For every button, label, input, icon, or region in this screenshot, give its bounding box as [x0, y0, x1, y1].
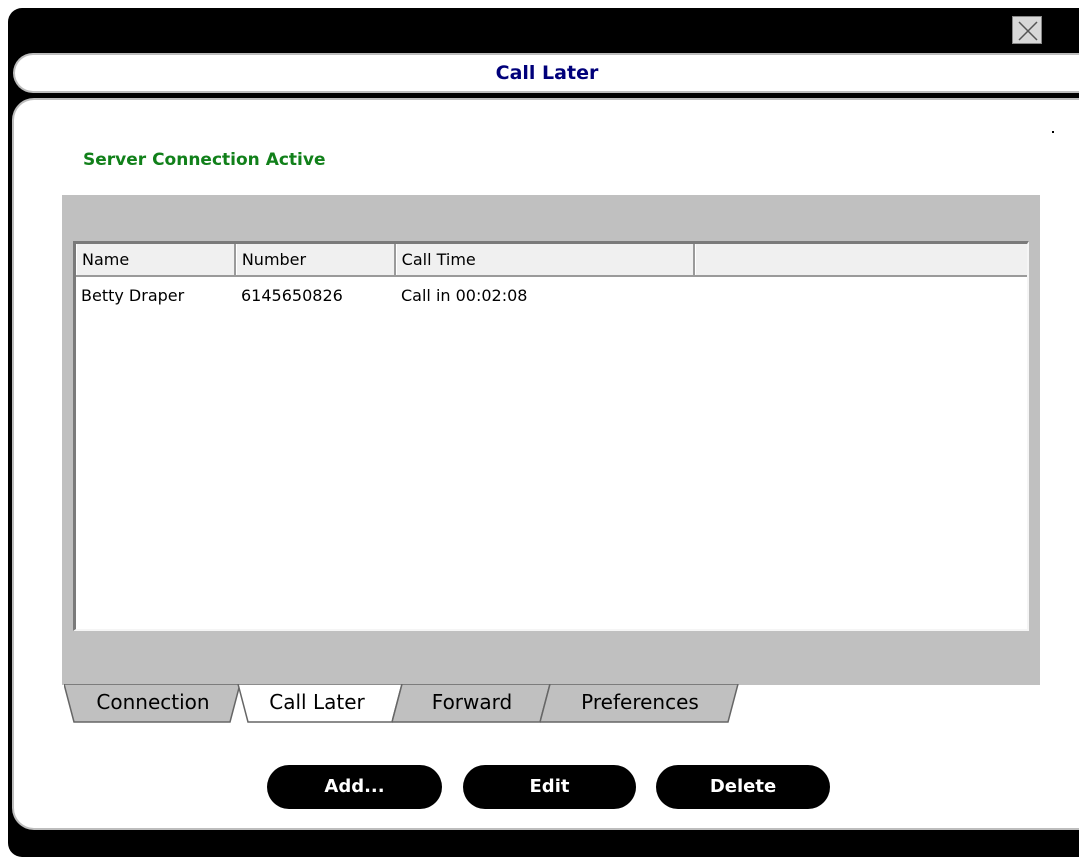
title-bar: Call Later [13, 53, 1079, 93]
cell-call-time: Call in 00:02:08 [401, 286, 528, 305]
tab-preferences[interactable]: Preferences [540, 684, 740, 723]
close-icon [1018, 21, 1038, 41]
server-status-label: Server Connection Active [83, 150, 326, 170]
close-button[interactable] [1012, 16, 1042, 44]
cell-name: Betty Draper [81, 286, 185, 305]
column-header-call-time[interactable]: Call Time [395, 244, 696, 275]
tab-call-later[interactable]: Call Later [232, 684, 403, 723]
tab-forward-label: Forward [431, 690, 513, 714]
tab-connection[interactable]: Connection [64, 684, 242, 723]
column-header-empty[interactable] [695, 244, 1027, 275]
column-header-number[interactable]: Number [235, 244, 396, 275]
table-header: Name Number Call Time [76, 244, 1027, 277]
cell-number: 6145650826 [241, 286, 343, 305]
table-row[interactable]: Betty Draper 6145650826 Call in 00:02:08 [76, 286, 696, 305]
decorative-dot [1052, 131, 1054, 133]
tab-forward[interactable]: Forward [392, 684, 552, 723]
tab-call-later-label: Call Later [269, 690, 365, 714]
window-title: Call Later [495, 62, 599, 84]
tab-bar: Connection Call Later Forward Preference… [62, 684, 762, 724]
tab-connection-label: Connection [96, 690, 210, 714]
column-header-name[interactable]: Name [76, 244, 236, 275]
add-button[interactable]: Add... [267, 765, 442, 809]
delete-button[interactable]: Delete [656, 765, 830, 809]
call-later-table[interactable]: Name Number Call Time Betty Draper 61456… [73, 241, 1029, 631]
tab-preferences-label: Preferences [581, 690, 699, 714]
edit-button[interactable]: Edit [463, 765, 636, 809]
